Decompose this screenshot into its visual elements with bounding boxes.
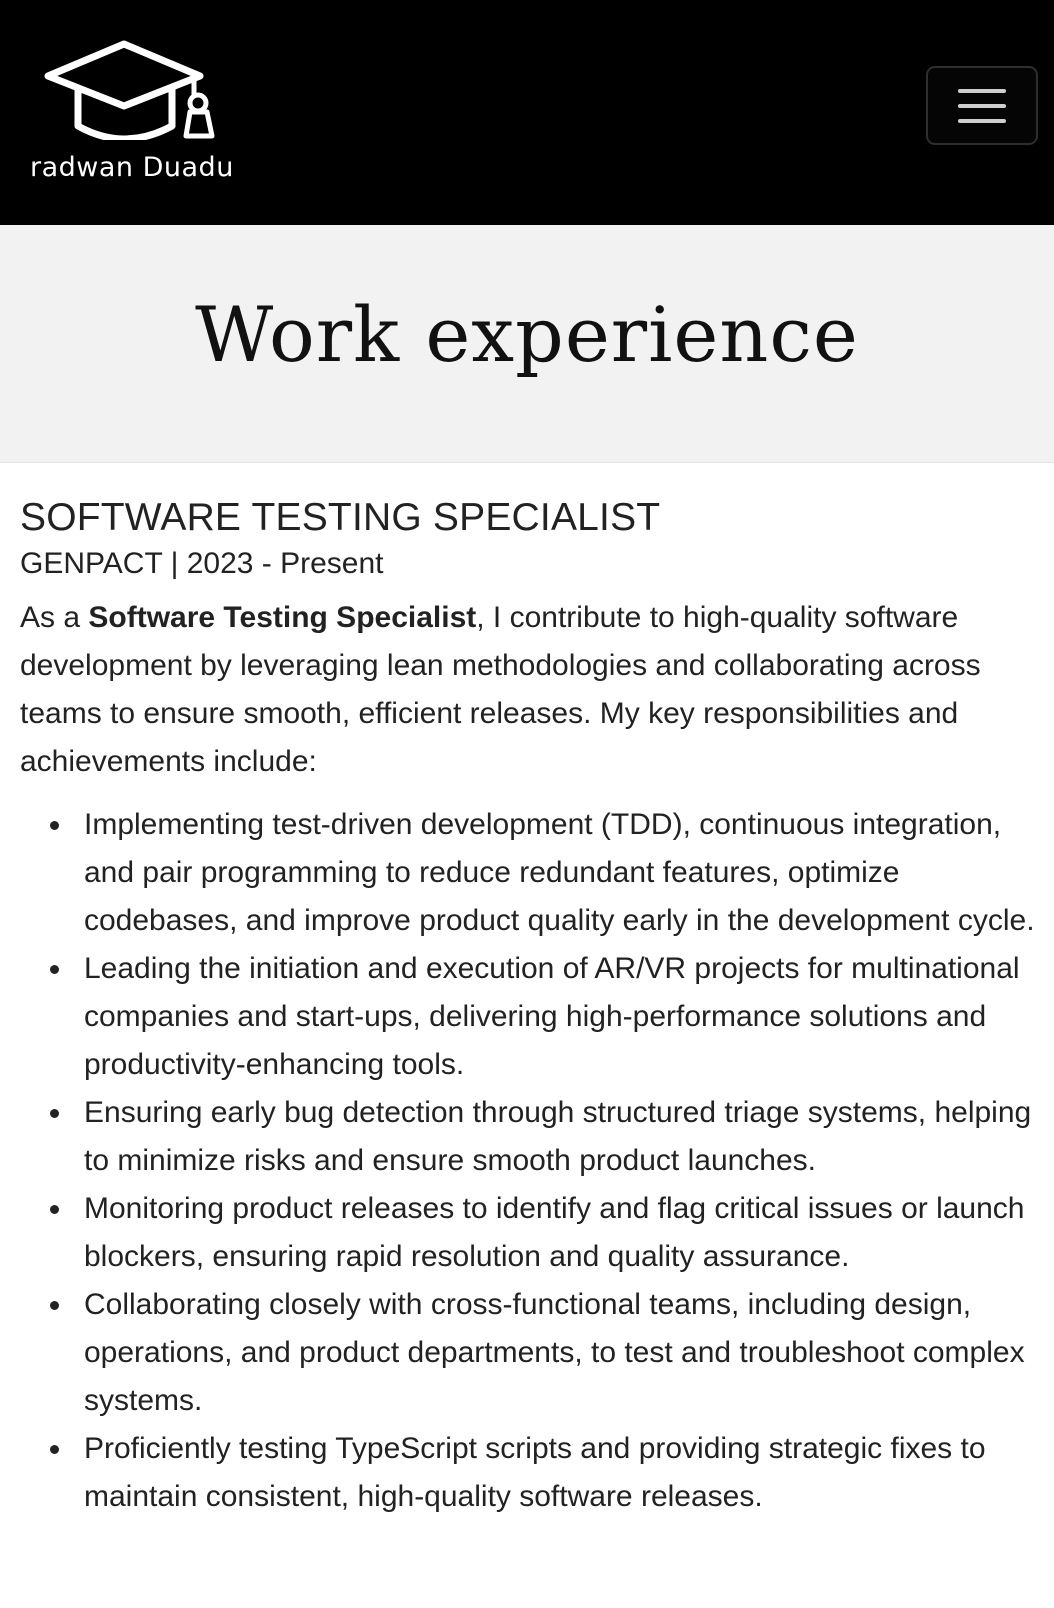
job-title: SOFTWARE TESTING SPECIALIST bbox=[20, 496, 661, 539]
job-intro: As a Software Testing Specialist, I cont… bbox=[20, 594, 1040, 786]
list-item-text: Leading the initiation and execution of … bbox=[84, 952, 1020, 1081]
list-item-text: Ensuring early bug detection through str… bbox=[84, 1096, 1032, 1177]
list-item: Leading the initiation and execution of … bbox=[20, 945, 1040, 1089]
list-item: Collaborating closely with cross-functio… bbox=[20, 1281, 1040, 1425]
responsibilities-list: Implementing test-driven development (TD… bbox=[20, 801, 1040, 1521]
list-item: Proficiently testing TypeScript scripts … bbox=[20, 1425, 1040, 1521]
brand-logo-link[interactable]: radwan Duadu bbox=[30, 40, 240, 190]
list-item-text: Collaborating closely with cross-functio… bbox=[84, 1288, 1025, 1417]
bullet-icon bbox=[50, 1301, 59, 1310]
hamburger-menu-icon-bar bbox=[958, 103, 1006, 108]
page-title: Work experience bbox=[195, 290, 859, 379]
hamburger-menu-icon-bar bbox=[958, 118, 1006, 123]
intro-role-bold: Software Testing Specialist bbox=[88, 601, 477, 634]
bullet-icon bbox=[50, 1205, 59, 1214]
brand-name: radwan Duadu bbox=[30, 152, 234, 183]
list-item-text: Implementing test-driven development (TD… bbox=[84, 808, 1035, 937]
list-item-text: Proficiently testing TypeScript scripts … bbox=[84, 1432, 986, 1513]
list-item: Ensuring early bug detection through str… bbox=[20, 1089, 1040, 1185]
list-item-text: Monitoring product releases to identify … bbox=[84, 1192, 1025, 1273]
navbar: radwan Duadu bbox=[0, 0, 1054, 225]
list-item: Monitoring product releases to identify … bbox=[20, 1185, 1040, 1281]
list-item: Implementing test-driven development (TD… bbox=[20, 801, 1040, 945]
bullet-icon bbox=[50, 821, 59, 830]
bullet-icon bbox=[50, 1109, 59, 1118]
graduation-cap-icon bbox=[44, 40, 215, 140]
job-company-dates: GENPACT | 2023 - Present bbox=[20, 547, 384, 580]
menu-toggle-button[interactable] bbox=[926, 66, 1038, 145]
page-header: Work experience bbox=[0, 225, 1054, 463]
hamburger-menu-icon bbox=[958, 88, 1006, 93]
intro-prefix: As a bbox=[20, 601, 89, 634]
experience-entry: SOFTWARE TESTING SPECIALIST GENPACT | 20… bbox=[20, 492, 1040, 1521]
bullet-icon bbox=[50, 965, 59, 974]
bullet-icon bbox=[50, 1445, 59, 1454]
